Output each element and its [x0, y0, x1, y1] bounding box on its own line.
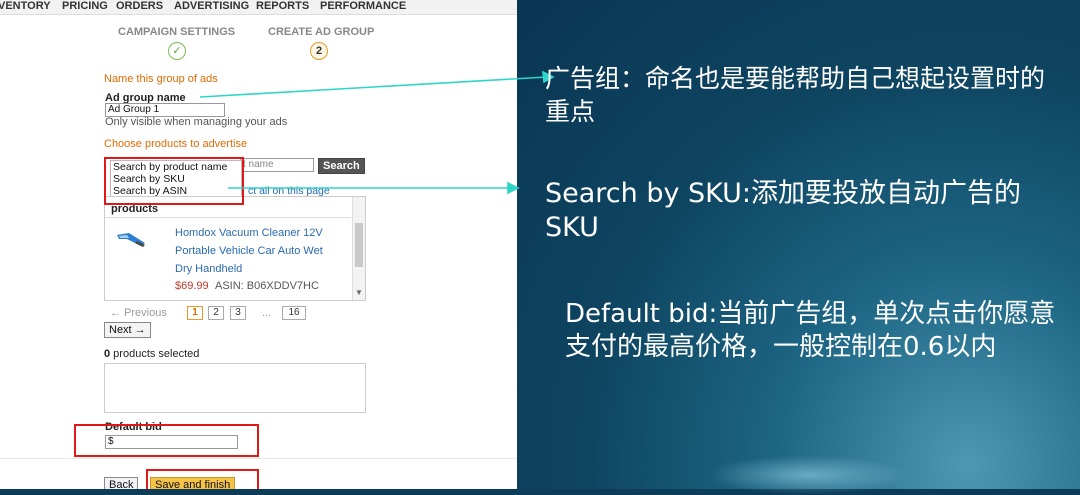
note-ad-group: 广告组：命名也是要能帮助自己想起设置时的重点	[545, 64, 1046, 126]
arrow-line-ad-group	[199, 76, 548, 98]
note-default-bid: Default bid:当前广告组，单次点击你愿意支付的最高价格，一般控制在0.…	[565, 299, 1056, 362]
arrow-head-sku	[507, 181, 520, 195]
note-search-by-sku: Search by SKU:添加要投放自动广告的SKU	[545, 178, 1022, 243]
